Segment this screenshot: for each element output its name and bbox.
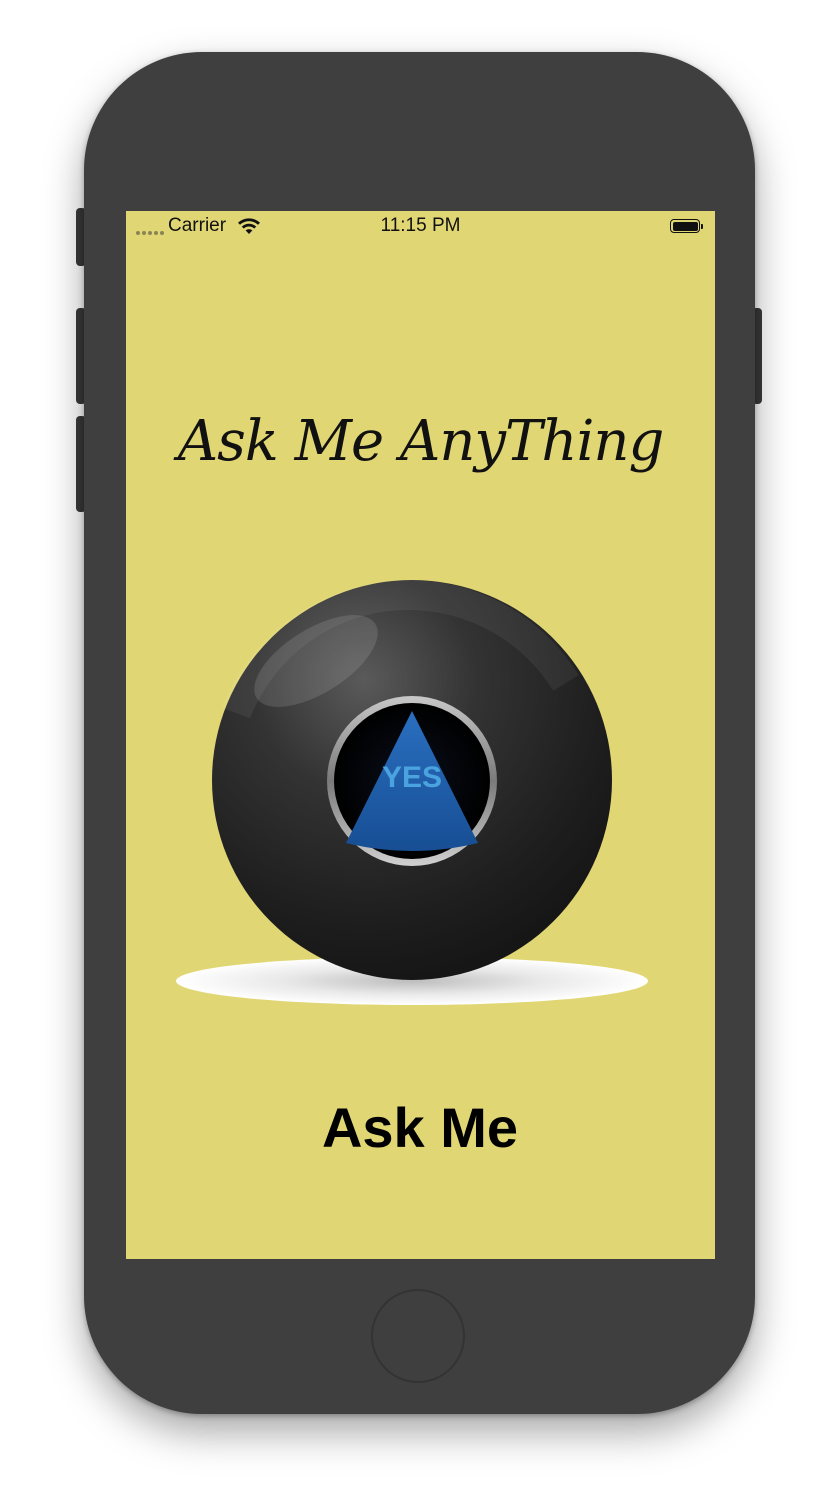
status-time: 11:15 PM bbox=[380, 215, 461, 236]
status-bar: Carrier 11:15 PM bbox=[126, 211, 715, 243]
app-screen: Carrier 11:15 PM Ask Me AnyThing YES Ask… bbox=[126, 211, 715, 1259]
ask-me-button[interactable]: Ask Me bbox=[270, 1089, 570, 1165]
simulator-stage: Carrier 11:15 PM Ask Me AnyThing YES Ask… bbox=[0, 0, 840, 1502]
battery-tip bbox=[701, 224, 703, 229]
home-button[interactable] bbox=[371, 1289, 465, 1383]
page-title: Ask Me AnyThing bbox=[177, 409, 665, 474]
answer-text: YES bbox=[382, 761, 442, 794]
battery-icon bbox=[670, 219, 700, 233]
magic-8-ball-image: YES bbox=[176, 579, 648, 1005]
